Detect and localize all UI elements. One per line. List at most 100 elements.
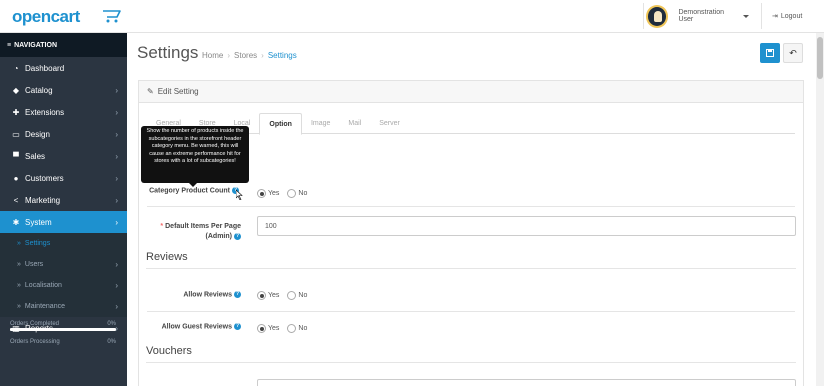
logout-link[interactable]: ⇥ Logout	[772, 12, 803, 21]
user-icon: ●	[13, 173, 19, 183]
category-product-count-no[interactable]: No	[287, 189, 307, 198]
allow-guest-reviews-label: Allow Guest Reviews?	[138, 323, 241, 330]
scrollbar-thumb[interactable]	[817, 37, 823, 79]
radio-label: Yes	[268, 292, 280, 299]
chevron-right-icon: ›	[115, 260, 118, 269]
radio-button[interactable]	[287, 189, 297, 198]
tab-mail[interactable]: Mail	[339, 113, 370, 134]
sidebar-item-label: Catalog	[25, 85, 53, 95]
sidebar-item-label: Customers	[25, 173, 64, 183]
sidebar-item-customers[interactable]: ● Customers ›	[0, 167, 127, 189]
voucher-min-input[interactable]	[257, 379, 796, 386]
sidebar-subitem-label: Users	[24, 261, 44, 268]
double-chevron-icon: »	[17, 282, 21, 289]
radio-label: No	[298, 190, 308, 197]
breadcrumb-stores[interactable]: Stores	[234, 51, 257, 60]
allow-guest-reviews-radios: Yes No	[257, 324, 315, 333]
sidebar-item-label: Marketing	[25, 195, 61, 205]
tab-image[interactable]: Image	[302, 113, 339, 134]
allow-reviews-radios: Yes No	[257, 291, 315, 300]
sidebar-subitem-localisation[interactable]: » Localisation ›	[0, 275, 127, 296]
allow-reviews-yes[interactable]: Yes	[257, 291, 279, 300]
sidebar-item-dashboard[interactable]: ◔ Dashboard	[0, 57, 127, 79]
user-name: Demonstration User	[678, 9, 724, 23]
radio-button[interactable]	[287, 291, 297, 300]
chevron-right-icon: ›	[115, 107, 118, 117]
dashboard-icon: ◔	[13, 63, 19, 73]
sidebar-subitem-maintenance[interactable]: » Maintenance ›	[0, 296, 127, 317]
sidebar-subitem-settings[interactable]: » Settings	[0, 233, 127, 254]
category-product-count-yes[interactable]: Yes	[257, 189, 279, 198]
tag-icon: ◆	[12, 85, 20, 95]
double-chevron-icon: »	[17, 261, 21, 268]
logout-label: Logout	[780, 12, 803, 20]
tab-option[interactable]: Option	[259, 113, 302, 135]
allow-reviews-no[interactable]: No	[287, 291, 307, 300]
allow-guest-reviews-no[interactable]: No	[287, 324, 307, 333]
opencart-logo[interactable]: opencart	[12, 7, 121, 27]
logo-text: opencart	[12, 7, 80, 26]
sidebar-item-label: System	[25, 217, 52, 227]
navigation-title: NAVIGATION	[14, 41, 57, 49]
chevron-right-icon: ›	[115, 281, 118, 290]
navigation-header: ≡ NAVIGATION	[0, 33, 127, 57]
field-label-text: Default Items Per Page (Admin)	[165, 223, 241, 240]
field-label-text: Category Product Count	[149, 187, 230, 195]
divider	[147, 206, 795, 207]
radio-button[interactable]	[257, 291, 266, 300]
radio-label: Yes	[268, 190, 280, 197]
chevron-down-icon	[743, 14, 749, 18]
stat-orders-completed: Orders Completed 0%	[10, 321, 116, 327]
sidebar-subitem-users[interactable]: » Users ›	[0, 254, 127, 275]
save-icon	[766, 49, 774, 57]
tab-server[interactable]: Server	[370, 113, 409, 134]
divider	[146, 362, 796, 363]
sidebar-item-design[interactable]: ▭ Design ›	[0, 123, 127, 145]
chevron-right-icon: ›	[115, 195, 118, 205]
sign-out-icon: ⇥	[772, 13, 778, 20]
sidebar-subitem-label: Settings	[24, 240, 51, 247]
back-button[interactable]: ↶	[783, 43, 803, 63]
scrollbar[interactable]	[816, 33, 824, 386]
top-header: opencart Demonstration User ⇥ Logout	[0, 0, 824, 33]
stat-value: 0%	[107, 339, 116, 345]
cart-icon: ▀	[13, 151, 19, 161]
user-menu[interactable]: Demonstration User	[643, 3, 762, 29]
page-title: Settings	[137, 43, 199, 62]
breadcrumb-separator: ›	[261, 51, 264, 60]
chevron-right-icon: ›	[115, 173, 118, 183]
default-items-per-page-input[interactable]: 100	[257, 216, 796, 236]
sidebar-item-system[interactable]: ✱ System ›	[0, 211, 127, 233]
sidebar-item-catalog[interactable]: ◆ Catalog ›	[0, 79, 127, 101]
chevron-right-icon: ›	[115, 129, 118, 139]
radio-button[interactable]	[257, 189, 266, 198]
category-product-count-label: Category Product Count?	[138, 187, 239, 194]
help-icon[interactable]: ?	[234, 291, 241, 298]
save-button[interactable]	[760, 43, 780, 63]
help-icon[interactable]: ?	[234, 323, 241, 330]
sidebar-item-label: Dashboard	[25, 63, 65, 73]
vouchers-section-title: Vouchers	[146, 345, 192, 357]
breadcrumb-home[interactable]: Home	[202, 51, 223, 60]
radio-button[interactable]	[287, 324, 297, 333]
radio-label: Yes	[268, 325, 280, 332]
reply-icon: ↶	[789, 47, 797, 58]
chevron-right-icon: ›	[115, 217, 118, 227]
sidebar-item-extensions[interactable]: ✚ Extensions ›	[0, 101, 127, 123]
chevron-right-icon: ›	[115, 151, 118, 161]
cart-logo-icon	[103, 10, 121, 23]
breadcrumb-settings[interactable]: Settings	[268, 51, 297, 60]
pencil-icon: ✎	[147, 87, 154, 96]
monitor-icon: ▭	[12, 129, 20, 139]
help-icon[interactable]: ?	[234, 232, 241, 240]
allow-guest-reviews-yes[interactable]: Yes	[257, 324, 279, 333]
radio-button[interactable]	[257, 324, 266, 333]
breadcrumb: Home › Stores › Settings	[202, 51, 301, 60]
stat-value: 0%	[107, 321, 116, 327]
sidebar-item-label: Extensions	[25, 107, 65, 117]
double-chevron-icon: »	[17, 303, 21, 310]
share-icon: <	[13, 195, 19, 205]
sidebar-item-label: Design	[25, 129, 50, 139]
sidebar-item-marketing[interactable]: < Marketing ›	[0, 189, 127, 211]
sidebar-item-sales[interactable]: ▀ Sales ›	[0, 145, 127, 167]
